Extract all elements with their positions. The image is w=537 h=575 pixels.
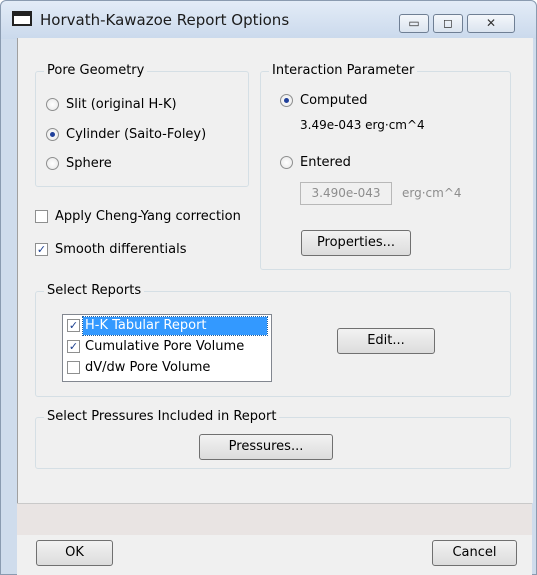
dialog-client-area: Pore Geometry Slit (original H-K) Cylind… bbox=[17, 38, 533, 503]
title-bar[interactable]: Horvath-Kawazoe Report Options ▭ ◻ ✕ bbox=[1, 1, 536, 39]
cancel-button[interactable]: Cancel bbox=[432, 540, 517, 566]
properties-button[interactable]: Properties... bbox=[301, 230, 411, 256]
check-icon: ✓ bbox=[68, 319, 79, 332]
report-item-hk-tabular-label: H-K Tabular Report bbox=[82, 316, 268, 336]
radio-sphere-label: Sphere bbox=[66, 156, 112, 171]
select-reports-legend: Select Reports bbox=[44, 283, 145, 299]
report-item-dvdw-label: dV/dw Pore Volume bbox=[85, 360, 211, 375]
close-button[interactable]: ✕ bbox=[467, 14, 515, 33]
radio-sphere-circle[interactable] bbox=[46, 157, 59, 170]
check-icon: ✓ bbox=[36, 243, 47, 256]
radio-slit-label: Slit (original H-K) bbox=[66, 97, 177, 112]
report-item-dvdw-checkbox[interactable] bbox=[67, 361, 80, 374]
close-icon: ✕ bbox=[485, 16, 497, 30]
check-icon: ✓ bbox=[68, 340, 79, 353]
interaction-parameter-legend: Interaction Parameter bbox=[269, 63, 418, 79]
edit-button[interactable]: Edit... bbox=[337, 328, 435, 354]
radio-entered-label: Entered bbox=[300, 155, 351, 170]
select-pressures-legend: Select Pressures Included in Report bbox=[44, 409, 280, 425]
minimize-icon: ▭ bbox=[408, 16, 420, 30]
maximize-button[interactable]: ◻ bbox=[433, 14, 463, 33]
pore-geometry-legend: Pore Geometry bbox=[44, 63, 148, 79]
report-item-cumulative-label: Cumulative Pore Volume bbox=[85, 339, 245, 354]
entered-units-label: erg·cm^4 bbox=[402, 186, 462, 200]
status-strip bbox=[17, 503, 532, 536]
radio-computed-circle[interactable] bbox=[280, 94, 293, 107]
app-window-icon bbox=[12, 11, 32, 26]
computed-value: 3.49e-043 erg·cm^4 bbox=[300, 118, 425, 132]
report-item-hk-tabular-checkbox[interactable]: ✓ bbox=[67, 319, 80, 332]
window-title: Horvath-Kawazoe Report Options bbox=[40, 11, 290, 29]
radio-computed-label: Computed bbox=[300, 93, 368, 108]
radio-cylinder-label: Cylinder (Saito-Foley) bbox=[66, 127, 207, 142]
ok-button[interactable]: OK bbox=[36, 540, 113, 566]
radio-cylinder-circle[interactable] bbox=[46, 128, 59, 141]
radio-slit-circle[interactable] bbox=[46, 98, 59, 111]
smooth-differentials-label: Smooth differentials bbox=[55, 242, 187, 257]
reports-listbox[interactable]: ✓ H-K Tabular Report ✓ Cumulative Pore V… bbox=[62, 314, 272, 382]
minimize-button[interactable]: ▭ bbox=[399, 14, 429, 33]
report-item-cumulative-checkbox[interactable]: ✓ bbox=[67, 340, 80, 353]
cheng-yang-checkbox[interactable] bbox=[35, 210, 48, 223]
pressures-button[interactable]: Pressures... bbox=[199, 434, 333, 460]
entered-value-field[interactable]: 3.490e-043 bbox=[300, 182, 392, 205]
dialog-button-bar: OK Cancel bbox=[17, 535, 532, 575]
maximize-icon: ◻ bbox=[443, 16, 453, 30]
cheng-yang-label: Apply Cheng-Yang correction bbox=[55, 209, 241, 224]
radio-entered-circle[interactable] bbox=[280, 156, 293, 169]
smooth-differentials-checkbox[interactable]: ✓ bbox=[35, 243, 48, 256]
